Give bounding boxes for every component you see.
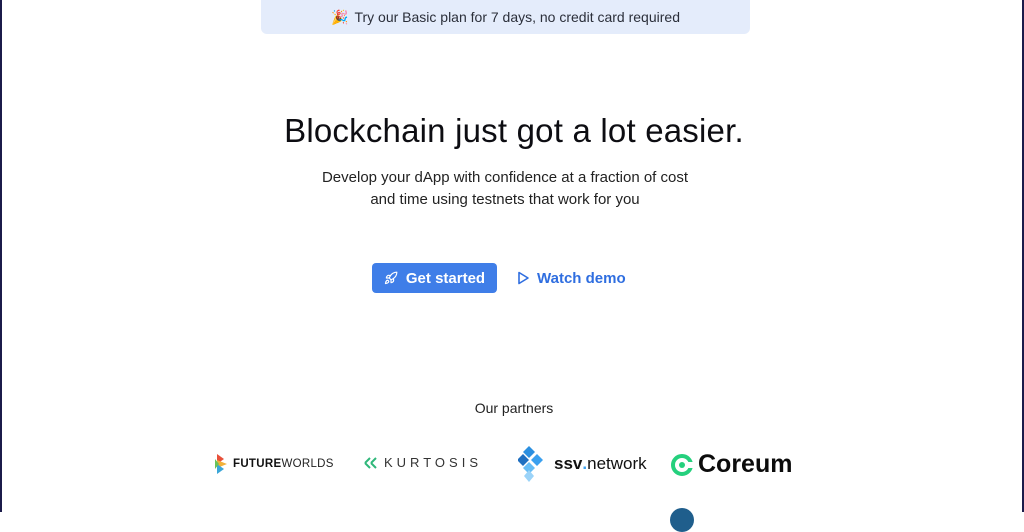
kurtosis-logo: KURTOSIS — [364, 455, 482, 470]
ssv-diamond-icon — [518, 446, 543, 482]
ssv-pre: ssv — [554, 454, 583, 473]
watch-demo-label: Watch demo — [537, 269, 626, 287]
hero-subtitle: Develop your dApp with confidence at a f… — [302, 167, 708, 211]
kurtosis-text: KURTOSIS — [384, 455, 482, 470]
future-worlds-mark-icon — [215, 454, 227, 474]
watch-demo-button[interactable]: Watch demo — [517, 263, 626, 293]
rocket-icon — [384, 271, 398, 285]
future-worlds-bold: FUTURE — [233, 458, 282, 470]
coreum-text: Coreum — [698, 450, 793, 478]
promo-text: Try our Basic plan for 7 days, no credit… — [354, 9, 680, 25]
page-frame: 🎉 Try our Basic plan for 7 days, no cred… — [0, 0, 1024, 532]
play-icon — [518, 271, 529, 285]
kurtosis-mark-icon — [364, 456, 377, 469]
ssv-post: network — [587, 454, 647, 473]
ssv-network-logo: ssv. network — [518, 445, 647, 483]
party-popper-icon: 🎉 — [331, 8, 349, 25]
get-started-button[interactable]: Get started — [372, 263, 497, 293]
future-worlds-logo: FUTURE WORLDS — [215, 454, 334, 474]
coreum-mark-icon — [671, 453, 694, 476]
coreum-logo: Coreum — [670, 450, 792, 479]
hero-subtitle-line2: and time using testnets that work for yo… — [370, 191, 640, 208]
hero-subtitle-line1: Develop your dApp with confidence at a f… — [321, 169, 689, 186]
get-started-label: Get started — [405, 269, 486, 287]
hero-title: Blockchain just got a lot easier. — [284, 112, 744, 149]
promo-banner[interactable]: 🎉 Try our Basic plan for 7 days, no cred… — [261, 0, 750, 34]
partners-heading: Our partners — [474, 400, 554, 416]
future-worlds-light: WORLDS — [281, 458, 334, 470]
